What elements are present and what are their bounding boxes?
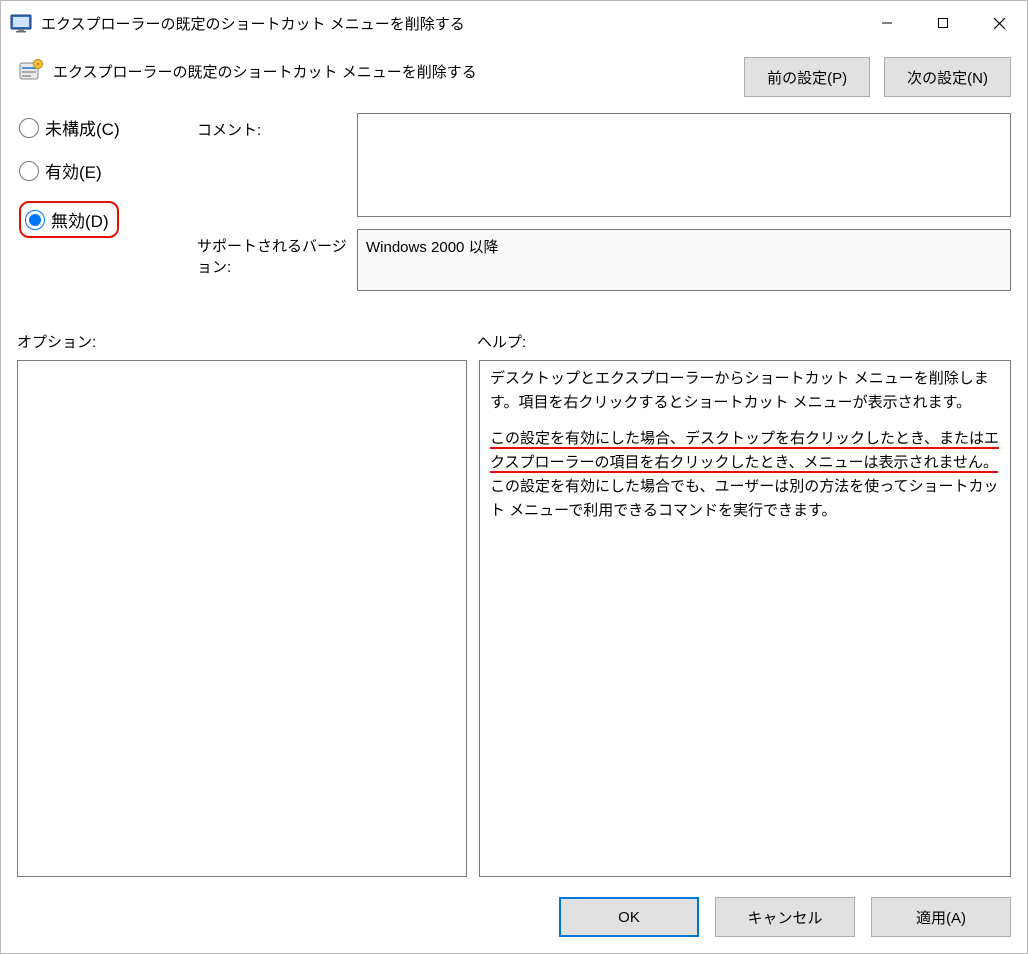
supported-on-value: Windows 2000 以降 [366,239,499,256]
radio-enabled[interactable]: 有効(E) [19,158,197,183]
radio-enabled-label: 有効(E) [45,158,102,183]
supported-label: サポートされるバージョン: [197,229,357,277]
radio-not-configured-label: 未構成(C) [45,115,120,140]
help-paragraph-2b: この設定を有効にした場合でも、ユーザーは別の方法を使ってショートカット メニュー… [490,478,999,519]
policy-title: エクスプローラーの既定のショートカット メニューを削除する [53,57,730,82]
policy-window: エクスプローラーの既定のショートカット メニューを削除する [0,0,1028,954]
panel-labels: オプション: ヘルプ: [17,331,1011,352]
radio-disabled-input[interactable] [25,210,45,230]
window-title: エクスプローラーの既定のショートカット メニューを削除する [41,13,859,34]
panels-row: デスクトップとエクスプローラーからショートカット メニューを削除します。項目を右… [17,360,1011,877]
minimize-button[interactable] [859,1,915,45]
comment-textarea[interactable] [357,113,1011,217]
state-radio-group: 未構成(C) 有効(E) 無効(D) [17,113,197,238]
close-button[interactable] [971,1,1027,45]
help-panel[interactable]: デスクトップとエクスプローラーからショートカット メニューを削除します。項目を右… [479,360,1011,877]
radio-not-configured[interactable]: 未構成(C) [19,115,197,140]
options-label: オプション: [17,331,477,352]
window-controls [859,1,1027,45]
comment-value [358,114,1010,126]
dialog-buttons: OK キャンセル 適用(A) [17,877,1011,937]
radio-disabled-label: 無効(D) [51,207,109,232]
radio-disabled-highlight: 無効(D) [19,201,119,238]
comment-label: コメント: [197,113,357,140]
maximize-button[interactable] [915,1,971,45]
radio-enabled-input[interactable] [19,161,39,181]
app-icon [9,11,33,35]
policy-icon [17,57,45,85]
radio-disabled[interactable]: 無効(D) [25,207,109,232]
titlebar: エクスプローラーの既定のショートカット メニューを削除する [1,1,1027,45]
supported-on-box: Windows 2000 以降 [357,229,1011,291]
help-paragraph-2: この設定を有効にした場合、デスクトップを右クリックしたとき、またはエクスプローラ… [490,427,1000,523]
header-row: エクスプローラーの既定のショートカット メニューを削除する 前の設定(P) 次の… [17,57,1011,97]
options-panel[interactable] [17,360,467,877]
content-area: エクスプローラーの既定のショートカット メニューを削除する 前の設定(P) 次の… [1,45,1027,953]
cancel-button[interactable]: キャンセル [715,897,855,937]
apply-button[interactable]: 適用(A) [871,897,1011,937]
help-underlined-text: この設定を有効にした場合、デスクトップを右クリックしたとき、またはエクスプローラ… [490,430,999,473]
help-paragraph-1: デスクトップとエクスプローラーからショートカット メニューを削除します。項目を右… [490,367,1000,415]
previous-setting-button[interactable]: 前の設定(P) [744,57,870,97]
radio-not-configured-input[interactable] [19,118,39,138]
settings-grid: 未構成(C) 有効(E) 無効(D) コメント: サポートされるバージョン: [17,113,1011,303]
next-setting-button[interactable]: 次の設定(N) [884,57,1011,97]
ok-button[interactable]: OK [559,897,699,937]
help-label: ヘルプ: [477,331,1011,352]
